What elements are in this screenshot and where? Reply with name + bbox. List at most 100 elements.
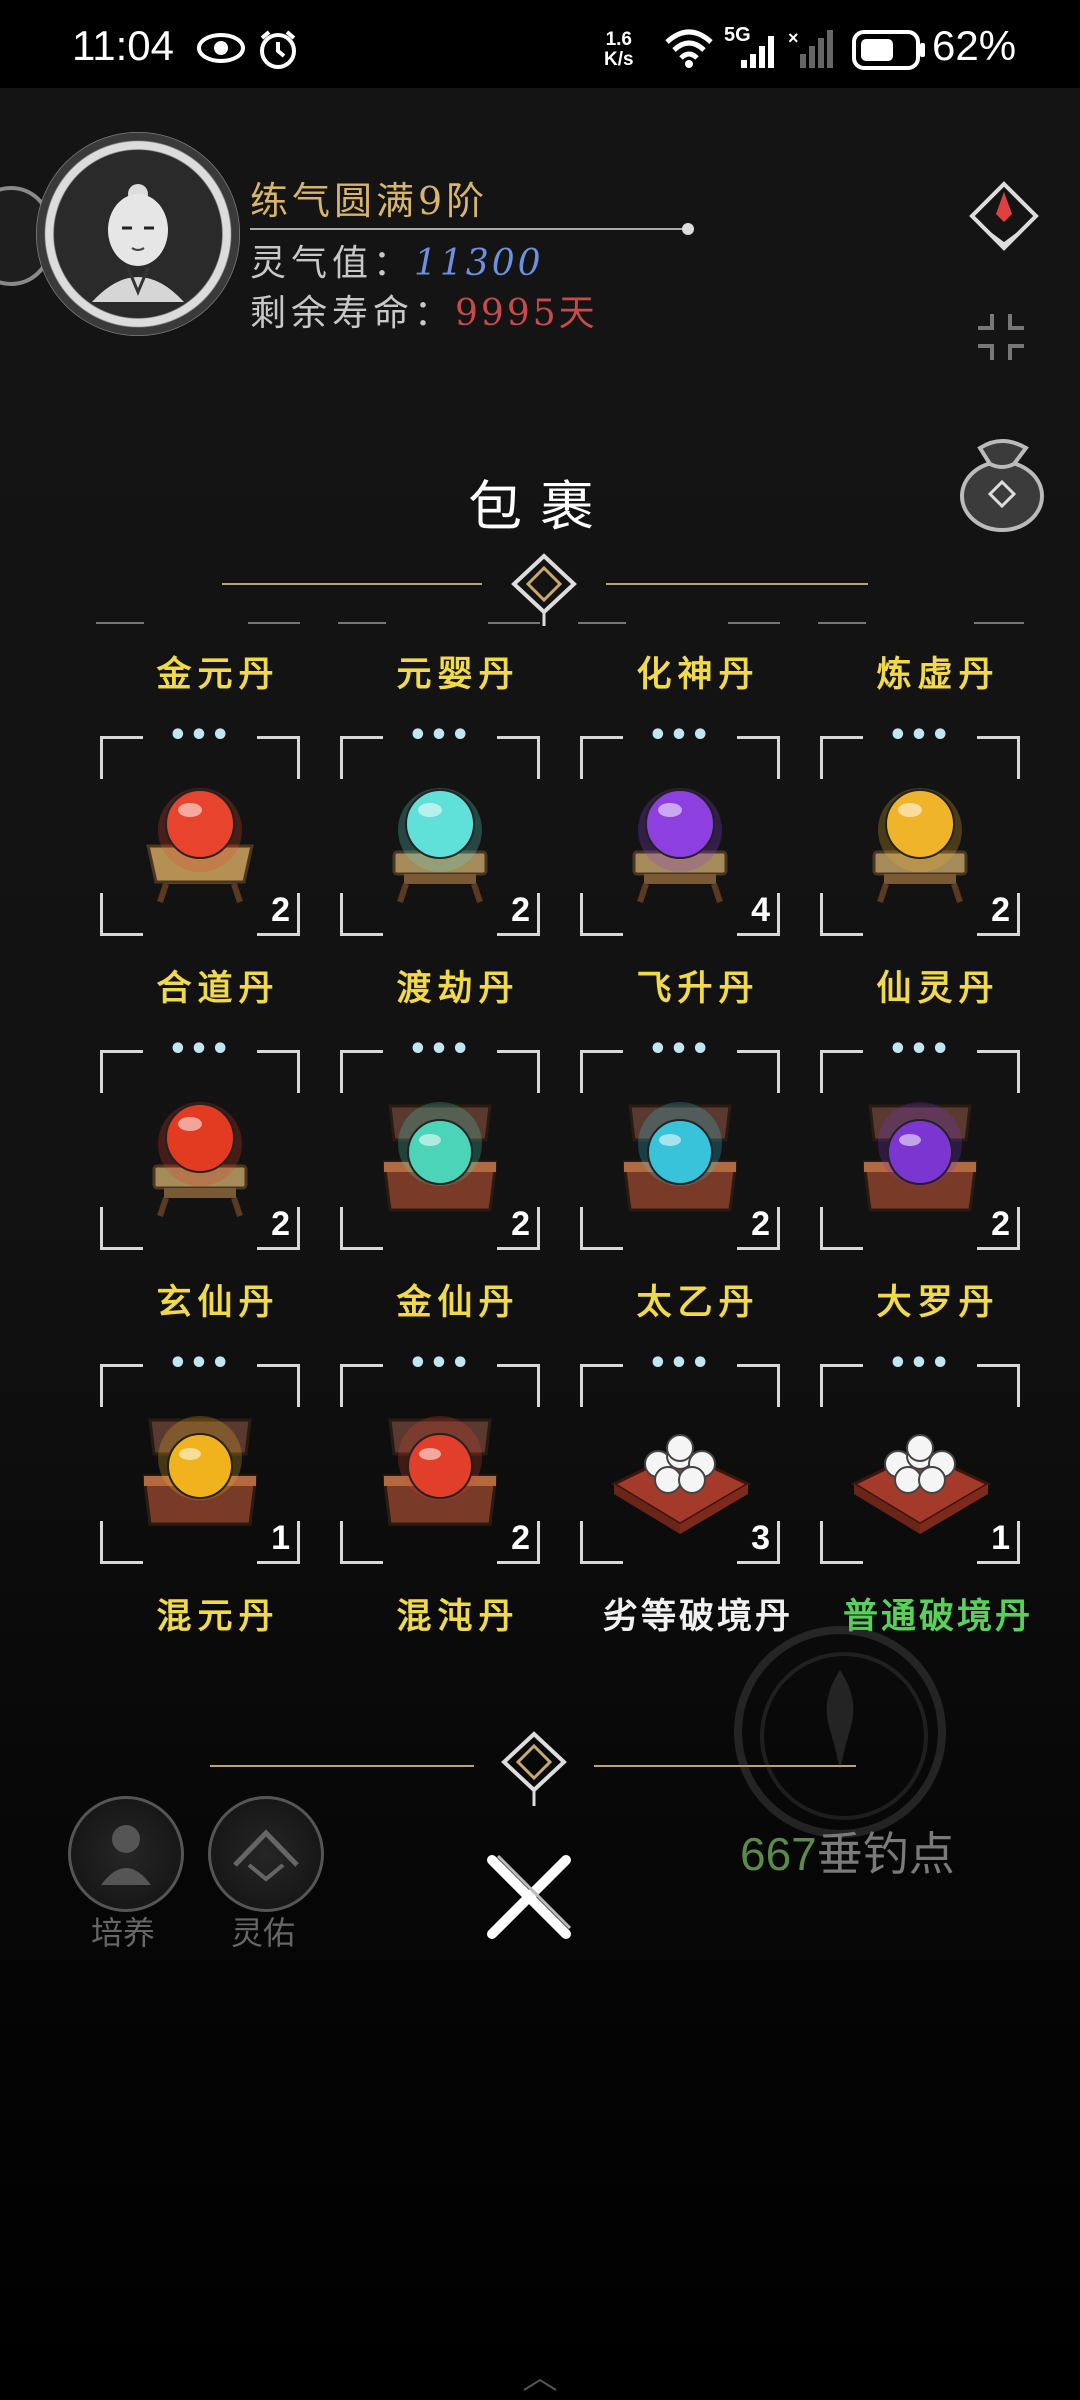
signal-2-icon: × xyxy=(788,28,833,68)
pill-icon xyxy=(152,1102,248,1217)
item-name-label: 混元丹 xyxy=(156,1596,280,1637)
item-name-label: 渡劫丹 xyxy=(396,968,520,1009)
pill-icon xyxy=(382,1416,498,1526)
item-slot[interactable]: ••• 1 xyxy=(100,1349,300,1564)
item-count: 1 xyxy=(271,1519,290,1557)
item-slot[interactable]: ••• 2 xyxy=(340,721,540,936)
item-slot[interactable]: ••• 2 xyxy=(580,1035,780,1250)
compass-icon[interactable] xyxy=(966,178,1042,254)
item-count: 2 xyxy=(991,1205,1010,1243)
fish-icon xyxy=(826,1670,854,1770)
close-icon[interactable] xyxy=(474,1842,584,1952)
ornament-line-right xyxy=(606,583,868,585)
fishing-points-label: 垂钓点 xyxy=(816,1828,955,1880)
lifespan-value: 9995天 xyxy=(455,293,598,334)
pill-icon xyxy=(850,1434,992,1534)
more-dots-icon[interactable]: ••• xyxy=(820,1035,1020,1065)
item-name-label: 金元丹 xyxy=(156,654,280,695)
item-count: 4 xyxy=(751,891,770,929)
item-name-label: 化神丹 xyxy=(636,654,760,695)
more-dots-icon[interactable]: ••• xyxy=(340,721,540,751)
fishing-points-value: 667 xyxy=(740,1828,817,1880)
pill-icon xyxy=(632,788,728,903)
app-screen: 11:04 1.6 K/s 5G × 62% 练气圆满9阶 灵气值：11300 … xyxy=(0,0,1080,2400)
item-name-label: 炼虚丹 xyxy=(876,654,1000,695)
bag-title: 包裹 xyxy=(468,475,612,538)
qi-value: 11300 xyxy=(414,243,544,284)
signal-icon xyxy=(741,36,774,68)
blessing-label: 灵佑 xyxy=(230,1914,295,1952)
status-time: 11:04 xyxy=(72,22,174,69)
battery-icon xyxy=(852,30,925,70)
item-name-label: 太乙丹 xyxy=(636,1282,760,1323)
more-dots-icon[interactable]: ••• xyxy=(100,1349,300,1379)
collapse-icon[interactable] xyxy=(974,310,1028,364)
item-name-label: 玄仙丹 xyxy=(156,1282,280,1323)
item-name-label: 金仙丹 xyxy=(396,1282,520,1323)
item-name-label: 飞升丹 xyxy=(636,968,760,1009)
item-name-label: 劣等破境丹 xyxy=(602,1596,793,1637)
speed-value: 1.6 xyxy=(605,29,632,50)
item-count: 3 xyxy=(751,1519,770,1557)
pill-icon xyxy=(622,1102,738,1212)
item-name-label: 元婴丹 xyxy=(396,654,520,695)
more-dots-icon[interactable]: ••• xyxy=(580,1349,780,1379)
pill-icon xyxy=(872,788,968,903)
item-name-label: 合道丹 xyxy=(156,968,280,1009)
pill-icon xyxy=(382,1102,498,1212)
fishing-points: 667垂钓点 xyxy=(740,1818,955,1884)
lifespan-row: 剩余寿命：9995天 xyxy=(250,284,598,336)
item-slot[interactable]: ••• 1 xyxy=(820,1349,1020,1564)
blessing-button[interactable] xyxy=(208,1796,324,1912)
item-slot[interactable]: ••• 2 xyxy=(100,721,300,936)
item-slot[interactable]: ••• 2 xyxy=(820,721,1020,936)
pill-icon xyxy=(146,788,254,903)
pill-icon xyxy=(862,1102,978,1212)
item-count: 2 xyxy=(271,891,290,929)
svg-text:×: × xyxy=(788,28,799,48)
ornament-diamond-icon xyxy=(511,553,577,626)
item-slot[interactable]: ••• 2 xyxy=(820,1035,1020,1250)
item-slot[interactable]: ••• 4 xyxy=(580,721,780,936)
home-indicator[interactable] xyxy=(520,2378,560,2392)
cultivator-icon xyxy=(101,1825,151,1885)
cultivate-label: 培养 xyxy=(90,1914,155,1952)
realm-divider-dot xyxy=(682,223,694,235)
more-dots-icon[interactable]: ••• xyxy=(100,721,300,751)
item-count: 2 xyxy=(511,1519,530,1557)
item-count: 2 xyxy=(511,891,530,929)
more-dots-icon[interactable]: ••• xyxy=(580,721,780,751)
bottom-ornament-line-left xyxy=(210,1765,474,1767)
qi-row: 灵气值：11300 xyxy=(250,234,544,286)
pill-icon xyxy=(610,1434,752,1534)
more-dots-icon[interactable]: ••• xyxy=(100,1035,300,1065)
item-count: 2 xyxy=(991,891,1010,929)
eye-icon xyxy=(197,33,245,63)
item-name-label: 大罗丹 xyxy=(876,1282,1000,1323)
item-slot[interactable]: ••• 2 xyxy=(340,1035,540,1250)
item-slot[interactable]: ••• 2 xyxy=(340,1349,540,1564)
status-bar: 11:04 1.6 K/s 5G × 62% xyxy=(0,0,1080,88)
item-name-label: 仙灵丹 xyxy=(876,968,1000,1009)
pill-icon xyxy=(142,1416,258,1526)
more-dots-icon[interactable]: ••• xyxy=(340,1349,540,1379)
item-count: 2 xyxy=(511,1205,530,1243)
pill-icon xyxy=(392,788,488,903)
realm-text: 练气圆满9阶 xyxy=(250,179,489,223)
battery-level: 62% xyxy=(932,22,1017,69)
more-dots-icon[interactable]: ••• xyxy=(580,1035,780,1065)
cultivate-button[interactable] xyxy=(68,1796,184,1912)
item-slot[interactable]: ••• 3 xyxy=(580,1349,780,1564)
more-dots-icon[interactable]: ••• xyxy=(340,1035,540,1065)
qi-label: 灵气值： xyxy=(250,243,415,284)
item-slot[interactable]: ••• 2 xyxy=(100,1035,300,1250)
bottom-ornament-diamond-icon xyxy=(501,1731,567,1806)
item-count: 2 xyxy=(751,1205,770,1243)
wifi-icon xyxy=(665,29,713,68)
more-dots-icon[interactable]: ••• xyxy=(820,1349,1020,1379)
more-dots-icon[interactable]: ••• xyxy=(820,721,1020,751)
item-count: 2 xyxy=(271,1205,290,1243)
item-count: 1 xyxy=(991,1519,1010,1557)
avatar[interactable] xyxy=(36,132,240,336)
lifespan-label: 剩余寿命： xyxy=(250,293,456,334)
